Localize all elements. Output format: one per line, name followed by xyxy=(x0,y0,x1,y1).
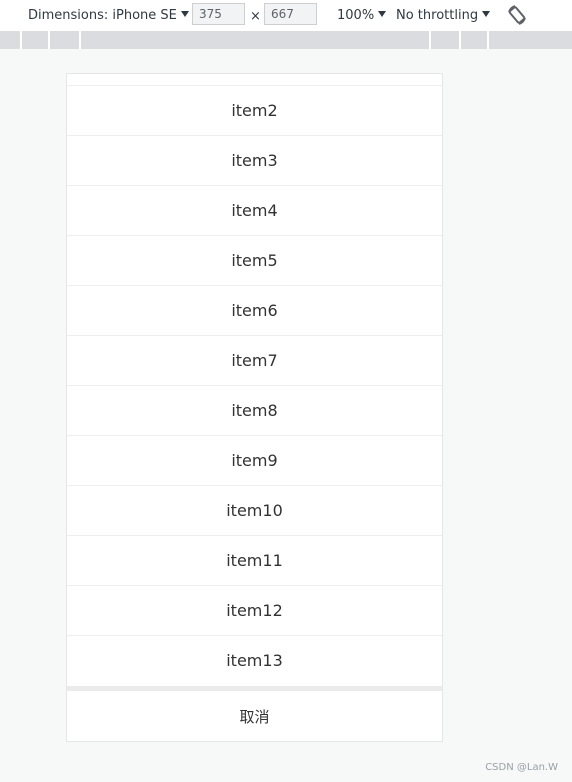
action-sheet: item2 item3 item4 item5 item6 item7 item… xyxy=(67,74,442,741)
chevron-down-icon xyxy=(180,11,189,17)
action-sheet-item[interactable]: item3 xyxy=(67,135,442,185)
action-sheet-item[interactable]: item10 xyxy=(67,485,442,535)
ruler-divider xyxy=(429,31,431,49)
zoom-dropdown[interactable]: 100% xyxy=(337,7,387,24)
device-toolbar: Dimensions: iPhone SE 375 × 667 100% No … xyxy=(0,0,572,31)
width-input[interactable]: 375 xyxy=(192,3,245,25)
rotate-button[interactable] xyxy=(505,3,529,27)
action-sheet-item[interactable]: item6 xyxy=(67,285,442,335)
ruler-divider xyxy=(459,31,461,49)
action-sheet-item[interactable]: item5 xyxy=(67,235,442,285)
ruler-divider xyxy=(20,31,22,49)
action-sheet-item[interactable]: item8 xyxy=(67,385,442,435)
watermark: CSDN @Lan.W xyxy=(485,762,558,773)
action-sheet-item[interactable]: item2 xyxy=(67,85,442,135)
chevron-down-icon xyxy=(482,11,491,17)
ruler-divider xyxy=(79,31,81,49)
action-sheet-item[interactable]: item4 xyxy=(67,185,442,235)
height-input[interactable]: 667 xyxy=(264,3,317,25)
chevron-down-icon xyxy=(378,11,387,17)
action-sheet-item[interactable]: item11 xyxy=(67,535,442,585)
ruler-divider xyxy=(487,31,489,49)
zoom-label: 100% xyxy=(337,8,375,23)
action-sheet-item[interactable]: item9 xyxy=(67,435,442,485)
action-sheet-list: item2 item3 item4 item5 item6 item7 item… xyxy=(67,85,442,685)
dimensions-label: Dimensions: iPhone SE xyxy=(28,8,177,23)
throttling-label: No throttling xyxy=(396,8,479,23)
times-sign: × xyxy=(250,9,261,24)
action-sheet-item[interactable]: item13 xyxy=(67,635,442,685)
ruler-divider xyxy=(48,31,50,49)
action-sheet-item[interactable]: item12 xyxy=(67,585,442,635)
cancel-button[interactable]: 取消 xyxy=(67,691,442,741)
device-viewport: item2 item3 item4 item5 item6 item7 item… xyxy=(66,73,443,742)
rotate-icon xyxy=(508,5,526,25)
action-sheet-item[interactable]: item7 xyxy=(67,335,442,385)
media-query-bar[interactable] xyxy=(0,31,572,49)
throttling-dropdown[interactable]: No throttling xyxy=(396,7,491,24)
dimensions-dropdown[interactable]: Dimensions: iPhone SE xyxy=(28,7,189,24)
